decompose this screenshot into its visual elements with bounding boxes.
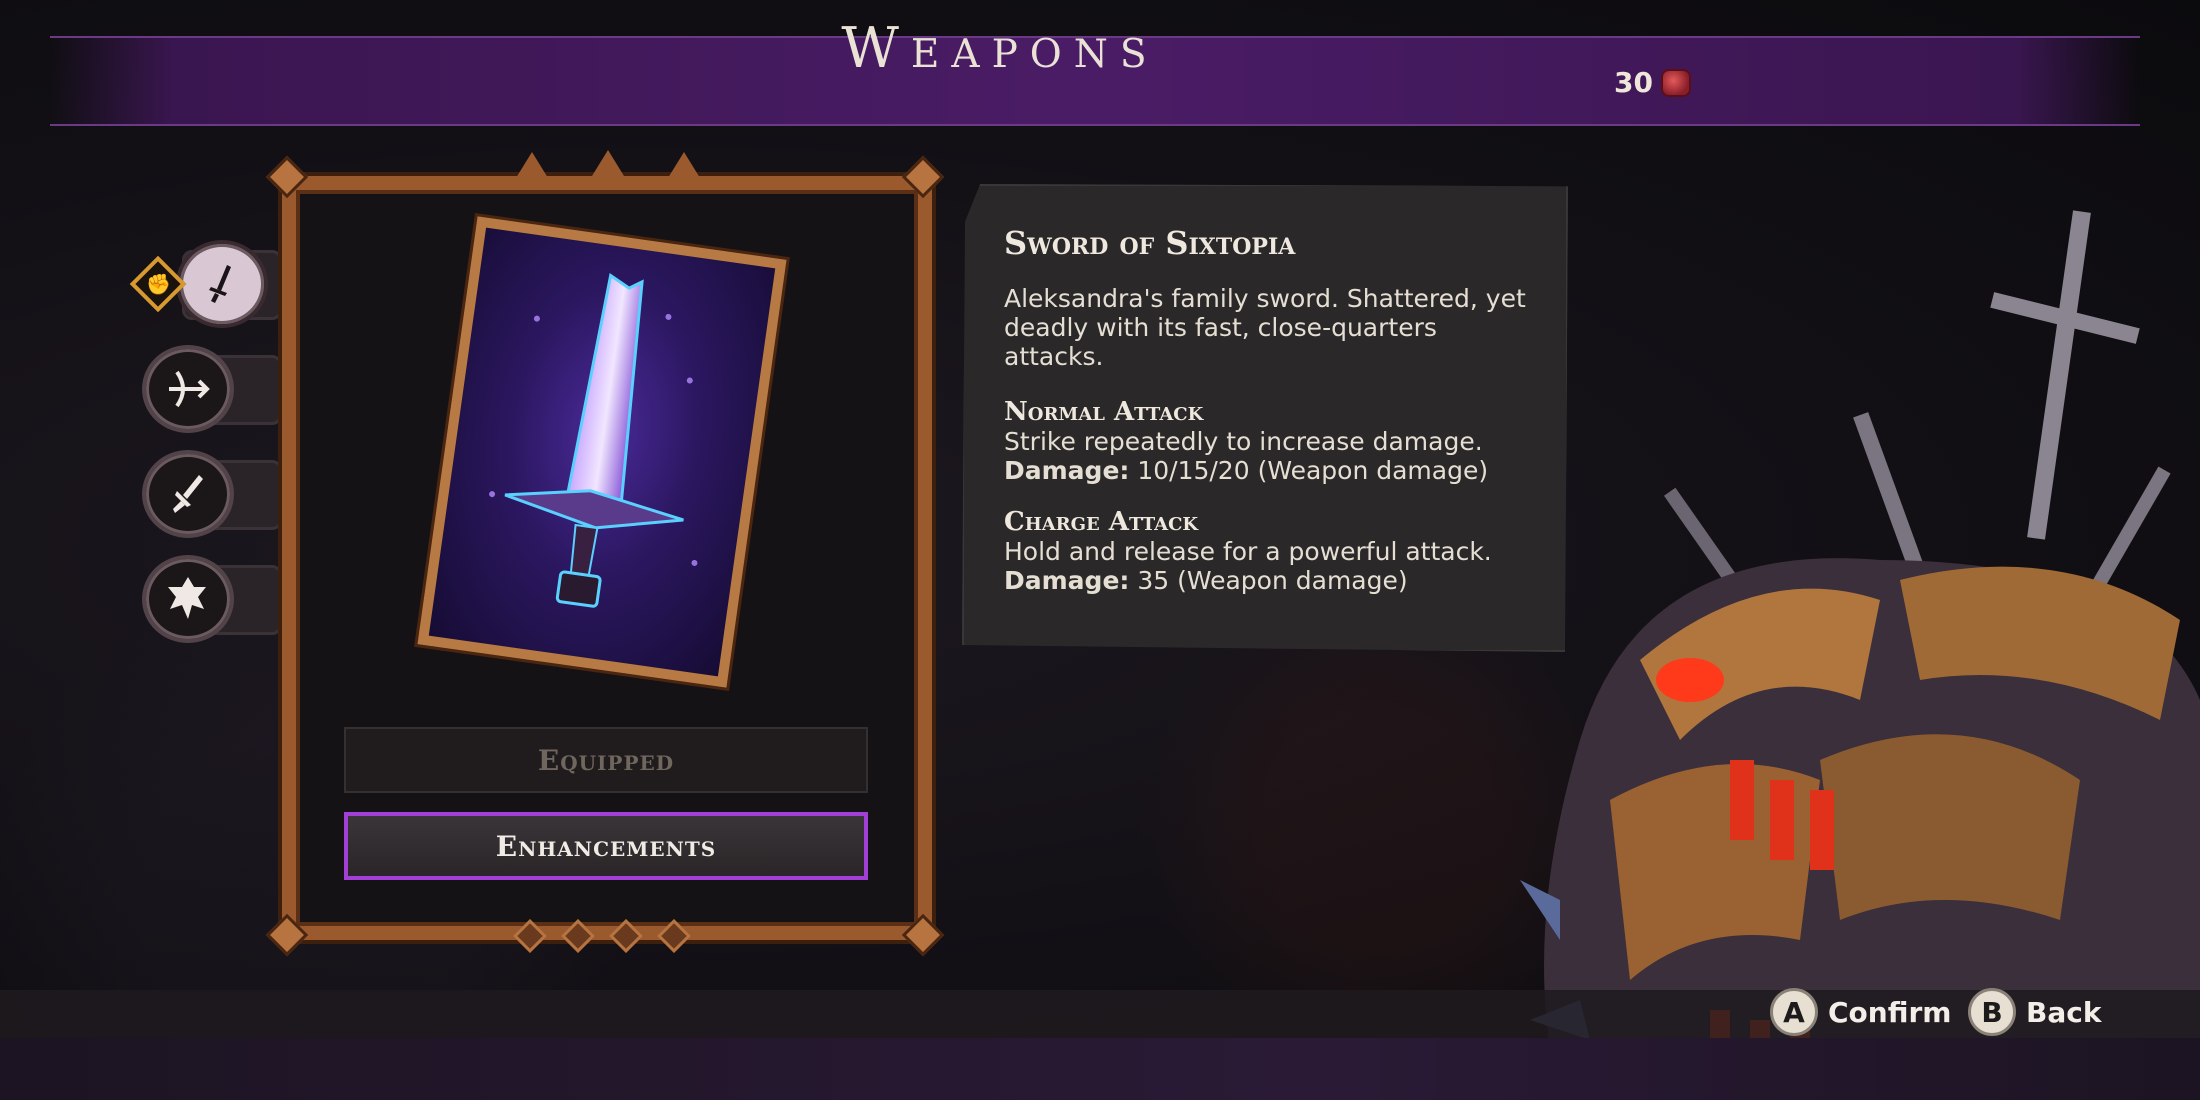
dagger-icon — [142, 450, 234, 538]
weapon-art-card — [417, 216, 787, 688]
enhancements-button[interactable]: Enhancements — [344, 812, 868, 880]
charge-attack-description: Hold and release for a powerful attack. — [1004, 537, 1492, 566]
normal-attack-damage: Damage: 10/15/20 (Weapon damage) — [1004, 456, 1526, 485]
tab-crossbow[interactable] — [142, 345, 284, 433]
frame-spike-icon — [516, 152, 548, 178]
sword-icon — [176, 240, 268, 328]
confirm-label: Confirm — [1828, 995, 1952, 1029]
damage-label: Damage: — [1004, 566, 1130, 595]
back-hint[interactable]: B Back — [1968, 988, 2101, 1036]
weapon-name: Sword of Sixtopia — [1004, 224, 1296, 262]
damage-label: Damage: — [1004, 456, 1130, 485]
back-label: Back — [2026, 995, 2102, 1029]
sword-icon — [504, 272, 684, 608]
armored-boss-illustration — [1520, 210, 2200, 1100]
normal-attack-block: Normal Attack Strike repeatedly to incre… — [1004, 397, 1526, 485]
tab-gauntlet[interactable] — [142, 555, 284, 643]
page-title: Weapons — [841, 16, 1159, 81]
crossbow-icon — [142, 345, 234, 433]
charge-attack-title: Charge Attack — [1004, 507, 1199, 537]
normal-attack-description: Strike repeatedly to increase damage. — [1004, 427, 1483, 456]
currency-count: 30 — [1614, 66, 1653, 99]
normal-attack-title: Normal Attack — [1004, 397, 1204, 427]
bottom-strip — [0, 1038, 2200, 1100]
fist-icon — [142, 555, 234, 643]
a-button-icon: A — [1770, 988, 1818, 1036]
frame-spike-icon — [668, 152, 700, 178]
equipped-button[interactable]: Equipped — [344, 727, 868, 793]
damage-value: 35 (Weapon damage) — [1129, 566, 1408, 595]
damage-value: 10/15/20 (Weapon damage) — [1129, 456, 1489, 485]
frame-spike-icon — [592, 150, 624, 176]
gem-icon — [1660, 68, 1691, 97]
charge-attack-block: Charge Attack Hold and release for a pow… — [1004, 507, 1526, 595]
currency-display: 30 — [1614, 66, 1691, 99]
weapon-info-panel: Sword of Sixtopia Aleksandra's family sw… — [962, 184, 1568, 652]
confirm-hint[interactable]: A Confirm — [1770, 988, 1951, 1036]
weapon-description: Aleksandra's family sword. Shattered, ye… — [1004, 284, 1526, 371]
b-button-icon: B — [1968, 988, 2016, 1036]
charge-attack-damage: Damage: 35 (Weapon damage) — [1004, 566, 1526, 595]
tab-dagger[interactable] — [142, 450, 284, 538]
tab-sword[interactable]: ✊ — [129, 240, 284, 328]
